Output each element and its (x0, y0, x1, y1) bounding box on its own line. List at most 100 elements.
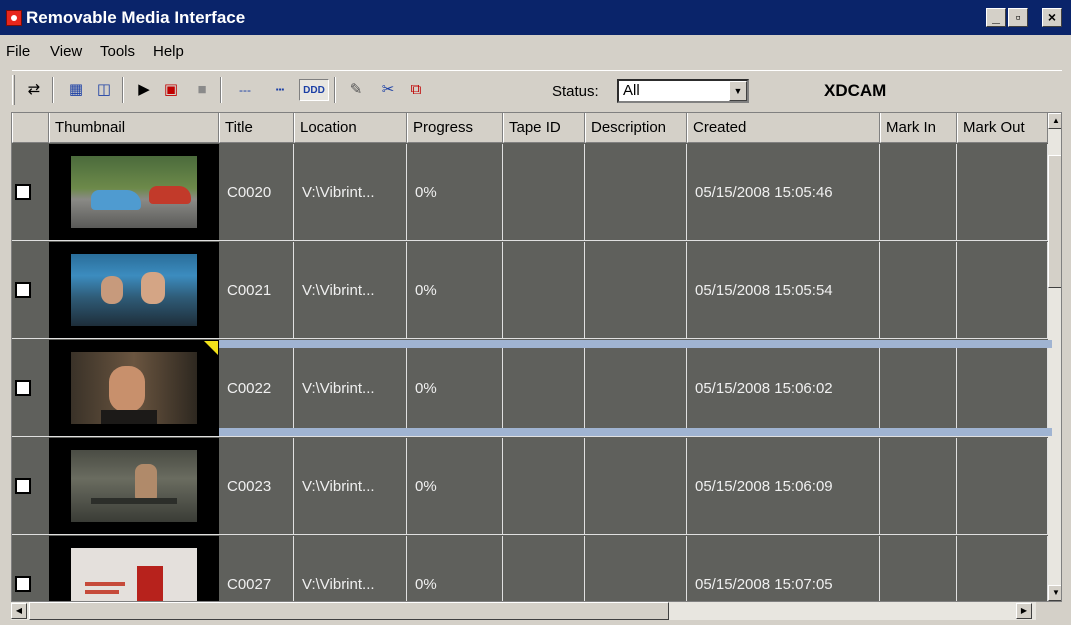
cell-created: 05/15/2008 15:06:09 (687, 438, 880, 534)
cell-mark-out (957, 340, 1048, 436)
cell-progress: 0% (407, 144, 503, 240)
row-checkbox[interactable] (15, 184, 31, 200)
cell-description (585, 438, 687, 534)
stop-icon[interactable]: ■ (190, 79, 214, 101)
header-thumbnail[interactable]: Thumbnail (49, 113, 219, 143)
toolbar-grip[interactable] (12, 75, 15, 105)
media-grid: Thumbnail Title Location Progress Tape I… (11, 112, 1062, 602)
header-mark-in[interactable]: Mark In (880, 113, 957, 143)
cell-tape-id (503, 438, 585, 534)
maximize-button[interactable]: ▫ (1008, 8, 1028, 27)
play-icon[interactable]: ▶ (132, 79, 156, 101)
table-row[interactable]: C0023 V:\Vibrint... 0% 05/15/2008 15:06:… (12, 438, 1052, 535)
status-dropdown[interactable]: All ▼ (617, 79, 749, 103)
cell-mark-in (880, 242, 957, 338)
header-created[interactable]: Created (687, 113, 880, 143)
record-icon[interactable]: ▣ (159, 79, 183, 101)
window-title: Removable Media Interface (26, 8, 246, 27)
toolbar-separator (220, 77, 222, 103)
title-bar: Removable Media Interface _ ▫ × (0, 0, 1071, 35)
dashes-icon[interactable]: --- (230, 79, 260, 101)
cell-tape-id (503, 242, 585, 338)
cell-created: 05/15/2008 15:05:46 (687, 144, 880, 240)
refresh-icon[interactable]: ⇄ (22, 79, 46, 101)
thumbnail-image (71, 450, 197, 522)
scroll-up-button[interactable]: ▲ (1048, 113, 1061, 129)
row-checkbox[interactable] (15, 478, 31, 494)
scroll-right-button[interactable]: ▶ (1016, 603, 1032, 619)
scroll-down-button[interactable]: ▼ (1048, 585, 1061, 601)
header-progress[interactable]: Progress (407, 113, 503, 143)
app-icon (6, 10, 22, 26)
vertical-scrollbar[interactable]: ▲ ▼ (1048, 113, 1061, 601)
status-label: Status: (552, 83, 599, 100)
cell-progress: 0% (407, 536, 503, 601)
cell-title: C0023 (219, 438, 294, 534)
close-button[interactable]: × (1042, 8, 1062, 27)
cell-mark-in (880, 340, 957, 436)
thumbnail-image (71, 254, 197, 326)
cell-description (585, 144, 687, 240)
cell-description (585, 536, 687, 601)
cell-title: C0021 (219, 242, 294, 338)
header-location[interactable]: Location (294, 113, 407, 143)
table-row[interactable]: C0021 V:\Vibrint... 0% 05/15/2008 15:05:… (12, 242, 1052, 339)
scroll-left-button[interactable]: ◀ (11, 603, 27, 619)
menu-bar: File View Tools Help (0, 37, 1071, 67)
cell-created: 05/15/2008 15:05:54 (687, 242, 880, 338)
details-view-icon[interactable]: ▦ (64, 79, 88, 101)
thumbnail-image (71, 352, 197, 424)
header-tape-id[interactable]: Tape ID (503, 113, 585, 143)
cell-location: V:\Vibrint... (294, 536, 407, 601)
header-description[interactable]: Description (585, 113, 687, 143)
columns-view-icon[interactable]: ◫ (92, 79, 116, 101)
small-thumbs-icon[interactable]: ▪▪▪ (266, 79, 294, 101)
cell-mark-in (880, 438, 957, 534)
menu-view[interactable]: View (50, 43, 82, 60)
vertical-scroll-thumb[interactable] (1048, 155, 1061, 288)
table-row[interactable]: C0020 V:\Vibrint... 0% 05/15/2008 15:05:… (12, 144, 1052, 241)
cell-created: 05/15/2008 15:07:05 (687, 536, 880, 601)
cell-location: V:\Vibrint... (294, 144, 407, 240)
scissors-icon[interactable]: ✂ (376, 79, 400, 101)
device-label: XDCAM (824, 81, 887, 100)
header-select[interactable] (12, 113, 49, 143)
table-row[interactable]: C0027 V:\Vibrint... 0% 05/15/2008 15:07:… (12, 536, 1052, 601)
row-checkbox[interactable] (15, 380, 31, 396)
cell-mark-out (957, 438, 1048, 534)
copy-icon[interactable]: ⧉ (404, 79, 428, 101)
cell-location: V:\Vibrint... (294, 340, 407, 436)
status-value: All (623, 82, 640, 99)
table-row-selected[interactable]: C0022 V:\Vibrint... 0% 05/15/2008 15:06:… (12, 340, 1052, 437)
menu-tools[interactable]: Tools (100, 43, 135, 60)
menu-file[interactable]: File (6, 43, 30, 60)
header-title[interactable]: Title (219, 113, 294, 143)
thumbnail[interactable] (49, 242, 219, 338)
row-checkbox[interactable] (15, 282, 31, 298)
cell-mark-out (957, 242, 1048, 338)
cell-title: C0027 (219, 536, 294, 601)
edit-icon[interactable]: ✎ (344, 79, 368, 101)
chevron-down-icon[interactable]: ▼ (729, 81, 747, 101)
menu-help[interactable]: Help (153, 43, 184, 60)
row-checkbox[interactable] (15, 576, 31, 592)
thumbnail[interactable] (49, 340, 219, 436)
header-mark-out[interactable]: Mark Out (957, 113, 1048, 143)
cell-mark-out (957, 536, 1048, 601)
large-thumbs-icon[interactable]: DDD (299, 79, 329, 101)
toolbar-separator (334, 77, 336, 103)
cell-description (585, 242, 687, 338)
cell-tape-id (503, 144, 585, 240)
thumbnail[interactable] (49, 536, 219, 601)
cell-tape-id (503, 340, 585, 436)
flag-marker (204, 341, 218, 355)
horizontal-scroll-thumb[interactable] (29, 602, 669, 620)
horizontal-scrollbar[interactable]: ◀ ▶ (11, 602, 1036, 620)
toolbar: ⇄ ▦ ◫ ▶ ▣ ■ --- ▪▪▪ DDD ✎ ✂ ⧉ Status: Al… (12, 70, 1062, 110)
thumbnail[interactable] (49, 144, 219, 240)
thumbnail-image (71, 156, 197, 228)
cell-progress: 0% (407, 438, 503, 534)
minimize-button[interactable]: _ (986, 8, 1006, 27)
toolbar-separator (52, 77, 54, 103)
thumbnail[interactable] (49, 438, 219, 534)
